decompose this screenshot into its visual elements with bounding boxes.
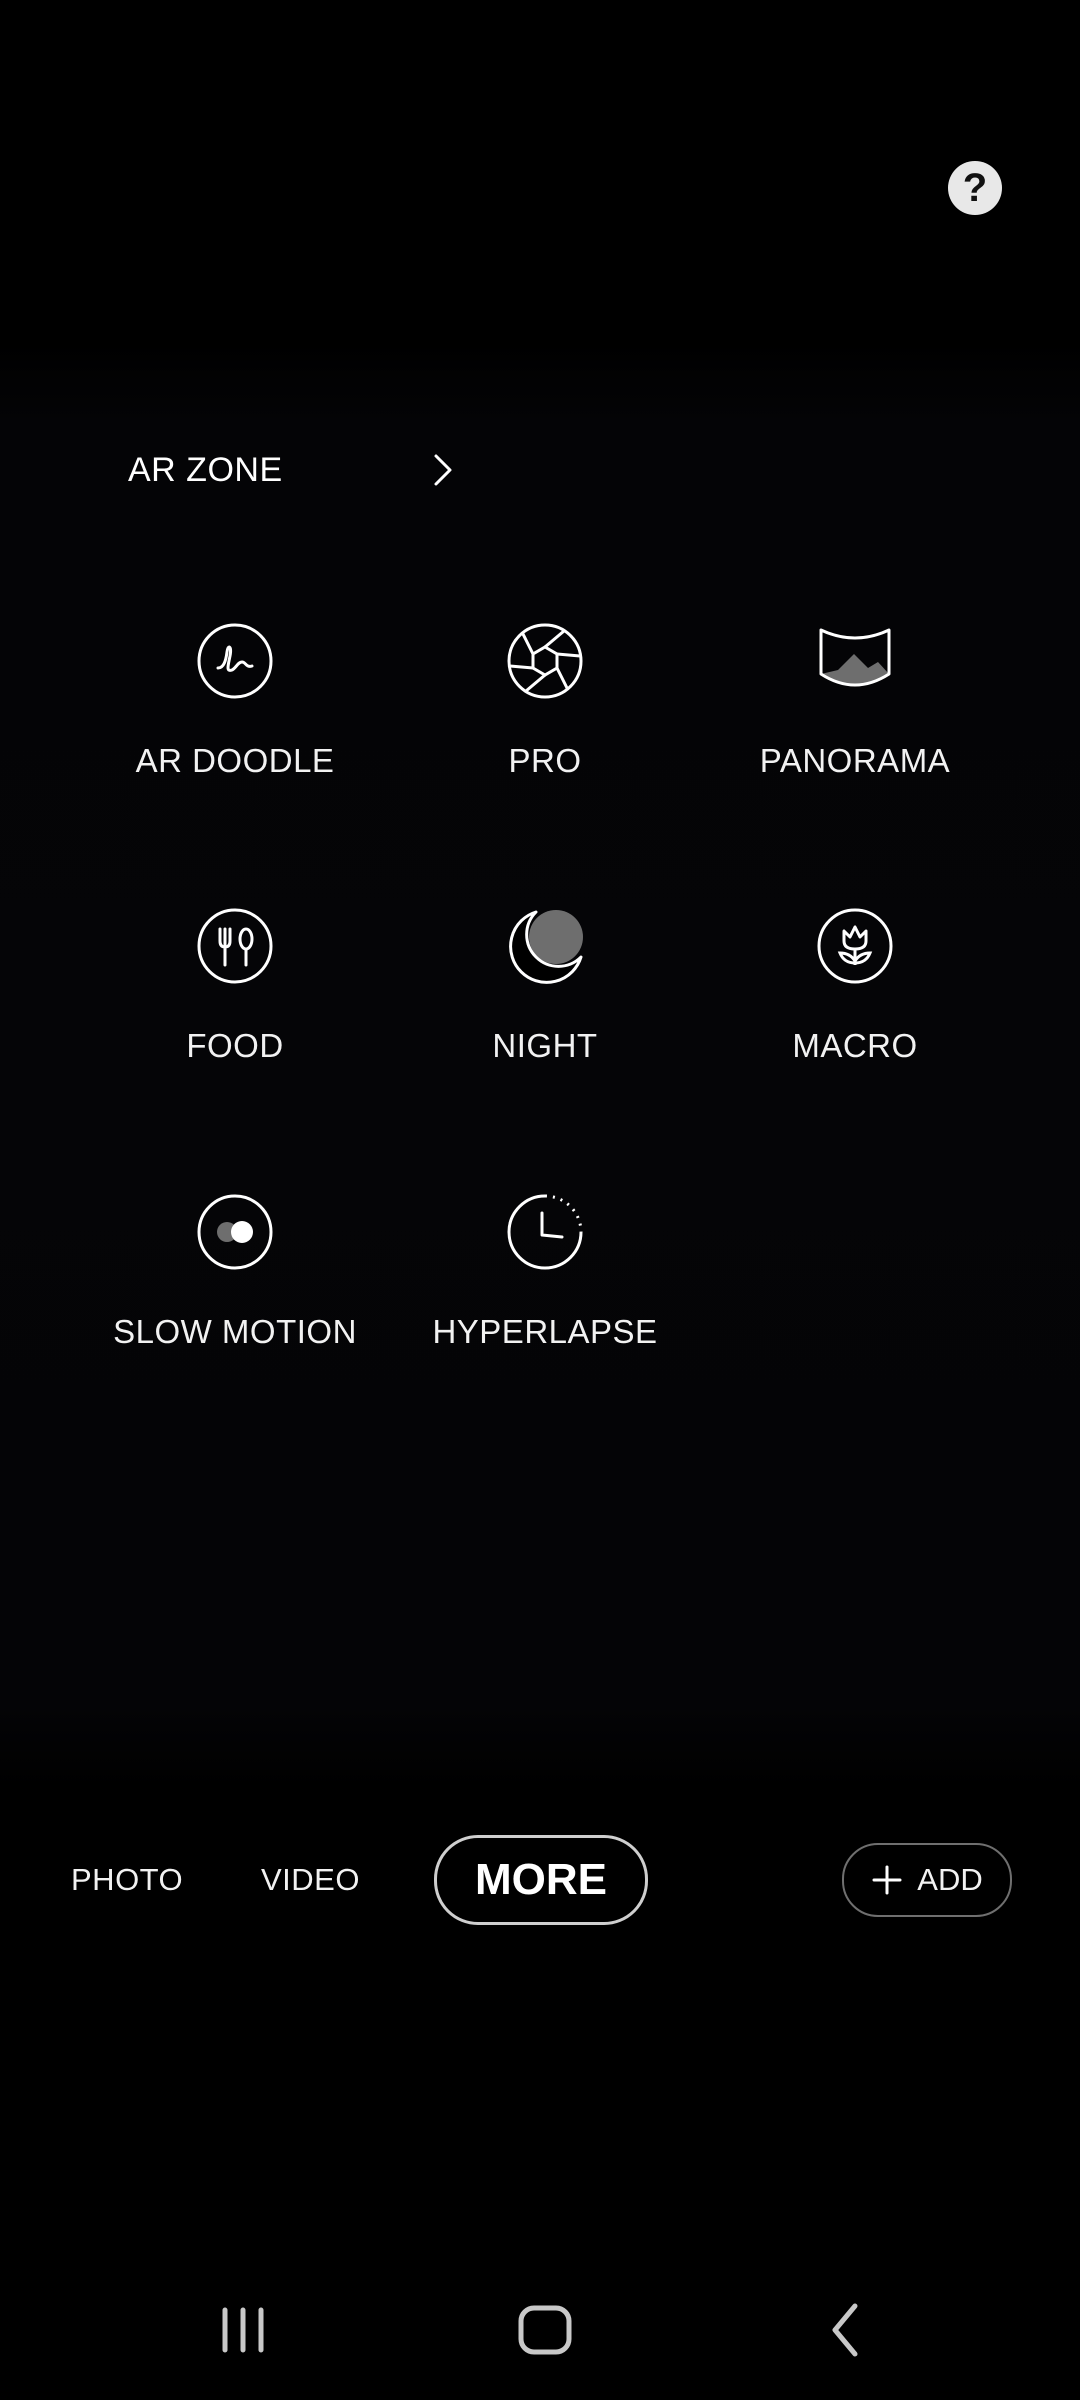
moon-icon (509, 910, 583, 984)
ar-doodle-icon (197, 623, 273, 699)
food-icon (197, 908, 273, 984)
mode-label: NIGHT (492, 1027, 598, 1064)
mode-ar-doodle[interactable]: AR DOODLE (55, 622, 415, 780)
ar-zone-label: AR ZONE (128, 450, 283, 489)
plus-icon (872, 1865, 902, 1895)
flower-icon (817, 908, 893, 984)
help-icon: ? (962, 166, 988, 210)
recent-apps-icon[interactable] (203, 2290, 283, 2370)
timer-icon (507, 1194, 583, 1270)
tab-photo[interactable]: PHOTO (71, 1835, 183, 1925)
mode-night[interactable]: NIGHT (365, 907, 725, 1065)
tab-more[interactable]: MORE (434, 1835, 648, 1925)
mode-hyperlapse[interactable]: HYPERLAPSE (365, 1193, 725, 1351)
viewfinder-background (0, 340, 1080, 1790)
mode-selector-bar: PHOTO VIDEO MORE ADD (0, 1835, 1080, 1925)
mode-label: AR DOODLE (135, 742, 335, 779)
mode-pro[interactable]: PRO (365, 622, 725, 780)
slow-motion-icon (197, 1194, 273, 1270)
aperture-icon (507, 623, 583, 699)
add-label: ADD (917, 1862, 983, 1897)
mode-label: MACRO (792, 1027, 918, 1064)
mode-slow-motion[interactable]: SLOW MOTION (55, 1193, 415, 1351)
mode-label: SLOW MOTION (113, 1313, 357, 1350)
mode-label: PANORAMA (759, 742, 951, 779)
add-mode-button[interactable]: ADD (842, 1843, 1012, 1917)
panorama-icon (819, 628, 891, 687)
help-button[interactable]: ? (948, 161, 1002, 215)
back-icon[interactable] (807, 2290, 887, 2370)
mode-label: FOOD (186, 1027, 284, 1064)
mode-food[interactable]: FOOD (55, 907, 415, 1065)
tab-video[interactable]: VIDEO (261, 1835, 360, 1925)
mode-macro[interactable]: MACRO (675, 907, 1035, 1065)
mode-label: PRO (508, 742, 582, 779)
ar-zone-link[interactable]: AR ZONE (128, 440, 458, 500)
home-icon[interactable] (505, 2290, 585, 2370)
mode-panorama[interactable]: PANORAMA (675, 622, 1035, 780)
system-navigation-bar (0, 2290, 1080, 2370)
chevron-right-icon (434, 454, 452, 486)
mode-label: HYPERLAPSE (432, 1313, 658, 1350)
